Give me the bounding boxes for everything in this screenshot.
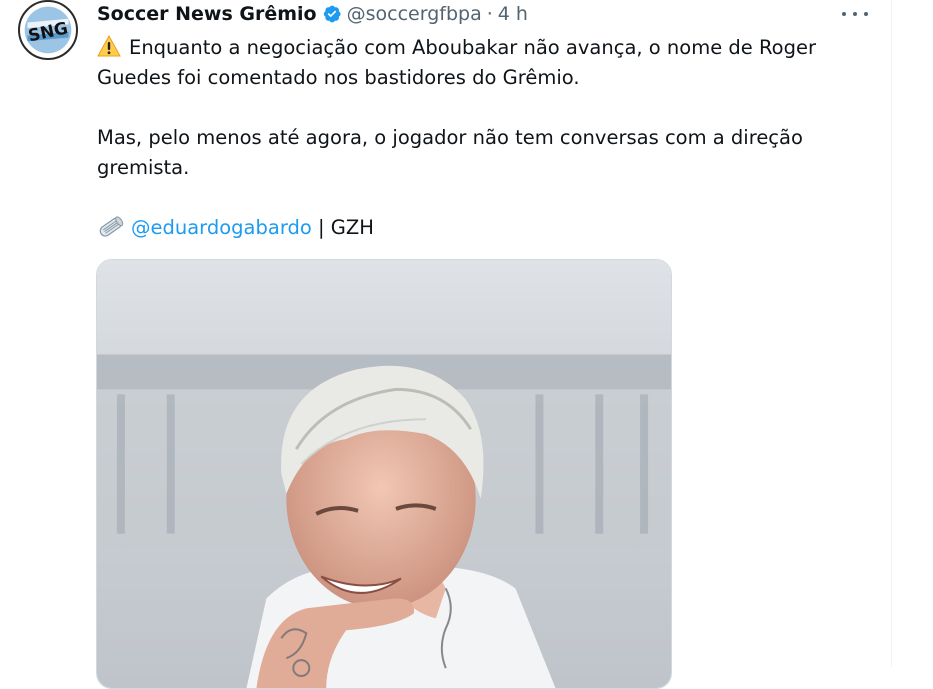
player-photo-image <box>97 260 671 688</box>
verified-badge-icon[interactable] <box>322 4 342 24</box>
tweet-paragraph-3: @eduardogabardo | GZH <box>97 213 877 243</box>
separator-dot: · <box>486 3 493 25</box>
display-name[interactable]: Soccer News Grêmio <box>97 3 317 25</box>
warning-icon <box>97 35 121 57</box>
tweet-photo[interactable] <box>96 259 672 689</box>
column-divider <box>891 0 892 667</box>
tweet-text-line-1: Enquanto a negociação com Aboubakar não … <box>97 36 816 89</box>
source-suffix: | GZH <box>311 216 374 239</box>
tweet-timestamp[interactable]: 4 h <box>498 3 528 25</box>
sng-logo: SNG <box>21 3 75 57</box>
tweet-paragraph-2: Mas, pelo menos até agora, o jogador não… <box>97 126 803 179</box>
tweet-text: Enquanto a negociação com Aboubakar não … <box>97 33 877 243</box>
more-options-icon[interactable] <box>842 4 868 24</box>
tweet-paragraph-1: Enquanto a negociação com Aboubakar não … <box>97 33 877 93</box>
avatar[interactable]: SNG <box>18 0 78 60</box>
tweet-header: Soccer News Grêmio @soccergfbpa · 4 h <box>97 0 528 28</box>
mention-link[interactable]: @eduardogabardo <box>131 216 312 239</box>
rolled-newspaper-icon <box>97 215 125 239</box>
author-handle[interactable]: @soccergfbpa <box>347 3 482 25</box>
